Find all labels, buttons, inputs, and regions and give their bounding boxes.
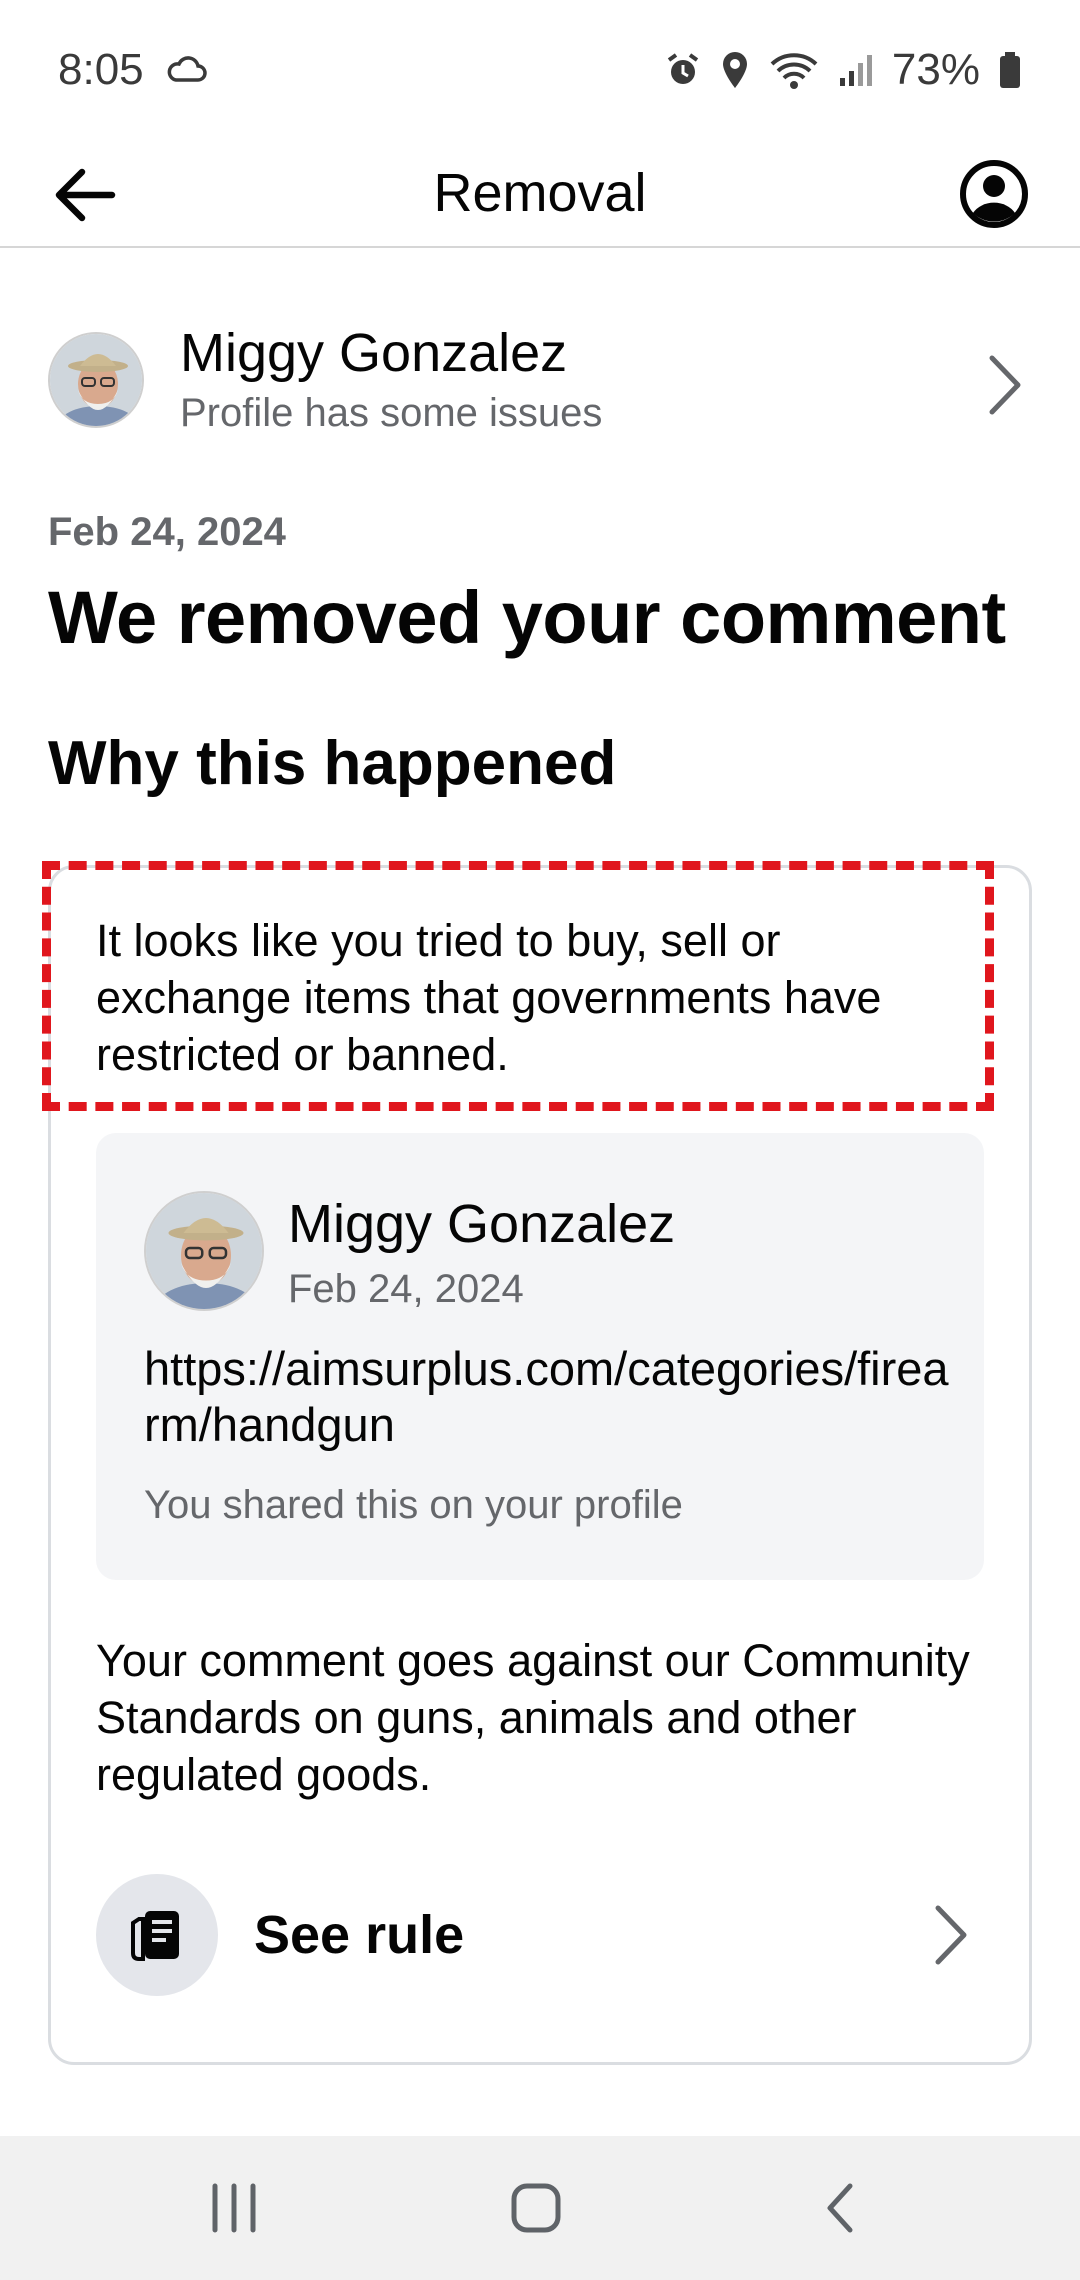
comment-text: https://aimsurplus.com/categories/firear… — [144, 1342, 949, 1451]
wifi-icon — [768, 50, 820, 90]
user-circle-icon — [960, 160, 1028, 228]
removal-screen: 8:05 73% Removal Miggy Gonzalez Profile … — [0, 0, 1080, 2280]
removal-date: Feb 24, 2024 — [48, 510, 286, 554]
home-icon — [511, 2183, 561, 2233]
why-heading: Why this happened — [48, 729, 617, 798]
standards-text: Your comment goes against our Community … — [96, 1635, 970, 1800]
profile-name: Miggy Gonzalez — [180, 322, 568, 383]
signal-icon — [838, 52, 874, 88]
page-title: Removal — [433, 163, 647, 223]
location-icon — [720, 50, 750, 90]
reason-text: It looks like you tried to buy, sell or … — [96, 915, 882, 1080]
comment-note: You shared this on your profile — [144, 1483, 683, 1527]
battery-percent: 73% — [891, 45, 980, 94]
chevron-right-icon — [935, 1905, 967, 1965]
app-header: Removal — [0, 140, 1080, 248]
back-button[interactable] — [50, 160, 120, 230]
status-bar: 8:05 73% — [0, 0, 1080, 140]
recent-apps-button[interactable] — [184, 2176, 284, 2240]
see-rule-button[interactable]: See rule — [96, 1874, 976, 1996]
chevron-right-icon — [989, 355, 1021, 415]
recents-icon — [212, 2183, 256, 2233]
removal-heading: We removed your comment — [48, 576, 1006, 659]
profile-status: Profile has some issues — [180, 391, 603, 436]
account-button[interactable] — [958, 158, 1030, 230]
cloud-icon — [164, 45, 208, 95]
system-back-button[interactable] — [790, 2176, 890, 2240]
book-icon — [131, 1911, 179, 1961]
see-rule-label: See rule — [254, 1905, 465, 1965]
avatar — [144, 1191, 264, 1311]
system-nav-bar — [0, 2136, 1080, 2280]
rule-icon-circle — [96, 1874, 218, 1996]
arrow-left-icon — [55, 168, 116, 222]
avatar — [48, 332, 144, 428]
profile-row[interactable]: Miggy Gonzalez Profile has some issues — [48, 310, 1032, 450]
home-button[interactable] — [486, 2176, 586, 2240]
comment-author: Miggy Gonzalez — [288, 1194, 676, 1254]
removed-comment-preview: Miggy Gonzalez Feb 24, 2024 https://aims… — [96, 1133, 984, 1580]
battery-icon — [998, 50, 1022, 90]
status-time: 8:05 — [58, 45, 144, 94]
chevron-left-icon — [827, 2183, 853, 2233]
alarm-icon — [664, 51, 702, 89]
comment-date: Feb 24, 2024 — [288, 1267, 524, 1311]
